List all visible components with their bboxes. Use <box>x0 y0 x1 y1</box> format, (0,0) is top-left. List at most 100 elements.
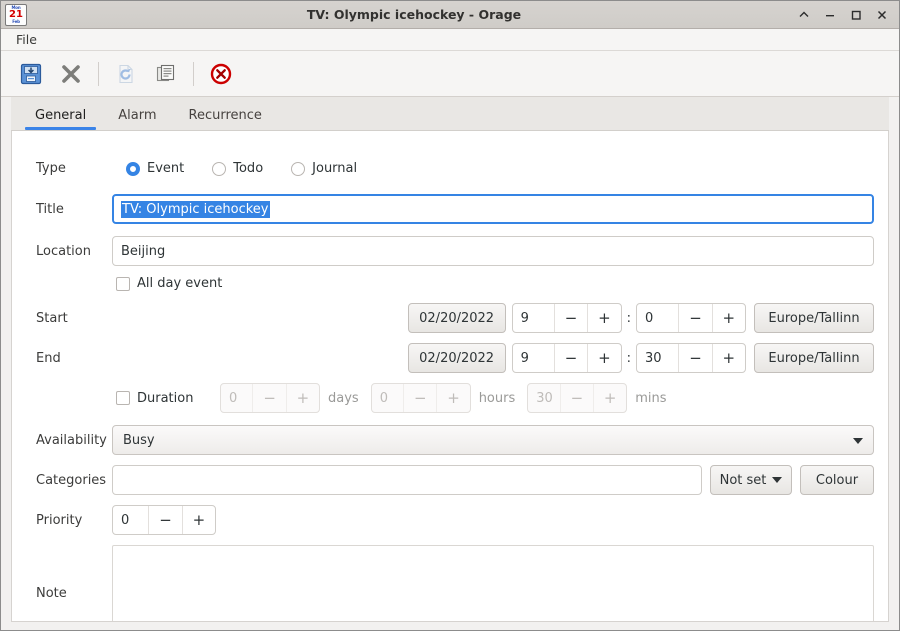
type-option-todo[interactable]: Todo <box>212 161 263 176</box>
duration-row: Duration 0 − + days 0 − + hours 30 − + m… <box>26 383 874 413</box>
duration-mins-spinner[interactable]: 30 − + <box>527 383 628 413</box>
availability-label: Availability <box>36 432 107 448</box>
end-minute-increment[interactable]: + <box>711 344 745 372</box>
type-option-event[interactable]: Event <box>126 161 184 176</box>
general-tab-page: Type Event Todo Journal Title TV: Olympi… <box>11 131 889 622</box>
duration-hours-decrement[interactable]: − <box>403 384 436 412</box>
end-minute-decrement[interactable]: − <box>678 344 711 372</box>
chevron-down-icon <box>853 433 863 448</box>
window-controls <box>797 8 893 22</box>
duration-mins-decrement[interactable]: − <box>559 384 593 412</box>
end-time-separator: : <box>626 350 631 366</box>
close-window-icon[interactable] <box>875 8 889 22</box>
revert-button[interactable] <box>106 55 146 93</box>
start-hour-increment[interactable]: + <box>587 304 620 332</box>
start-timezone-button[interactable]: Europe/Tallinn <box>754 303 874 333</box>
duplicate-button[interactable] <box>146 55 186 93</box>
end-minute-spinner[interactable]: 30 − + <box>636 343 746 373</box>
event-editor-window: Mon 21 Feb TV: Olympic icehockey - Orage… <box>0 0 900 631</box>
radio-todo-icon[interactable] <box>212 161 227 176</box>
shade-window-icon[interactable] <box>797 8 811 22</box>
priority-increment[interactable]: + <box>181 506 215 534</box>
title-input[interactable]: TV: Olympic icehockey <box>112 194 874 224</box>
availability-row: Availability Busy <box>26 425 874 455</box>
location-row: Location Beijing <box>26 236 874 266</box>
priority-decrement[interactable]: − <box>148 506 181 534</box>
maximize-window-icon[interactable] <box>849 8 863 22</box>
note-label: Note <box>36 585 67 601</box>
start-minute-increment[interactable]: + <box>711 304 745 332</box>
start-hour-spinner[interactable]: 9 − + <box>511 303 622 333</box>
close-button[interactable] <box>201 55 241 93</box>
start-minute-spinner[interactable]: 0 − + <box>636 303 746 333</box>
note-row: Note <box>26 545 874 621</box>
type-label: Type <box>36 161 66 176</box>
save-button[interactable] <box>11 55 51 93</box>
start-row: Start 02/20/2022 9 − + : 0 − + Europe/Ta… <box>26 303 874 333</box>
duration-checkbox[interactable]: Duration <box>116 391 208 406</box>
priority-spinner[interactable]: 0 − + <box>112 505 216 535</box>
start-minute-decrement[interactable]: − <box>678 304 711 332</box>
start-hour-decrement[interactable]: − <box>553 304 587 332</box>
calendar-icon-day: 21 <box>9 8 23 20</box>
checkbox-duration-icon[interactable] <box>116 391 130 405</box>
all-day-event-label: All day event <box>137 276 223 291</box>
radio-event-icon[interactable] <box>126 161 140 176</box>
categories-not-set-label: Not set <box>719 472 767 488</box>
window-title: TV: Olympic icehockey - Orage <box>306 7 522 22</box>
availability-value: Busy <box>123 432 155 448</box>
toolbar-separator <box>193 61 194 86</box>
checkbox-all-day-icon[interactable] <box>116 276 130 291</box>
minimize-window-icon[interactable] <box>823 8 837 22</box>
start-minute-value: 0 <box>645 310 654 326</box>
title-label: Title <box>36 201 64 217</box>
categories-label: Categories <box>36 472 107 488</box>
end-date-button[interactable]: 02/20/2022 <box>407 343 506 373</box>
end-minute-value: 30 <box>645 350 662 366</box>
menubar: File <box>1 29 899 51</box>
duration-days-increment[interactable]: + <box>285 384 319 412</box>
start-date-button[interactable]: 02/20/2022 <box>407 303 506 333</box>
tab-alarm[interactable]: Alarm <box>102 103 172 130</box>
duration-hours-value: 0 <box>379 390 388 406</box>
categories-not-set-dropdown[interactable]: Not set <box>710 465 792 495</box>
location-label: Location <box>36 243 91 259</box>
duration-days-spinner[interactable]: 0 − + <box>220 383 320 413</box>
end-timezone-button[interactable]: Europe/Tallinn <box>754 343 874 373</box>
tab-recurrence[interactable]: Recurrence <box>173 103 278 130</box>
toolbar <box>1 51 899 97</box>
end-hour-increment[interactable]: + <box>587 344 620 372</box>
tab-general[interactable]: General <box>19 103 102 130</box>
availability-dropdown[interactable]: Busy <box>112 425 874 455</box>
duration-days-decrement[interactable]: − <box>252 384 285 412</box>
duration-mins-increment[interactable]: + <box>592 384 626 412</box>
duration-label: Duration <box>137 390 194 406</box>
location-input-value: Beijing <box>121 243 166 259</box>
start-hour-value: 9 <box>520 310 529 326</box>
type-option-journal-label: Journal <box>312 161 358 176</box>
priority-label: Priority <box>36 512 83 528</box>
all-day-row: All day event <box>26 276 874 291</box>
location-input[interactable]: Beijing <box>112 236 874 266</box>
end-hour-decrement[interactable]: − <box>553 344 587 372</box>
categories-input[interactable] <box>112 465 702 495</box>
start-time-separator: : <box>626 310 631 326</box>
radio-journal-icon[interactable] <box>291 161 306 176</box>
type-radio-group: Event Todo Journal <box>126 161 357 176</box>
duration-hours-spinner[interactable]: 0 − + <box>370 383 471 413</box>
note-textarea[interactable] <box>112 545 874 621</box>
end-row: End 02/20/2022 9 − + : 30 − + Europe/Tal… <box>26 343 874 373</box>
type-row: Type Event Todo Journal <box>26 161 874 176</box>
end-hour-spinner[interactable]: 9 − + <box>511 343 622 373</box>
duration-hours-increment[interactable]: + <box>436 384 469 412</box>
categories-colour-button[interactable]: Colour <box>800 465 874 495</box>
menu-file[interactable]: File <box>9 30 44 49</box>
calendar-app-icon: Mon 21 Feb <box>5 3 27 26</box>
all-day-event-checkbox[interactable]: All day event <box>116 276 222 291</box>
categories-row: Categories Not set Colour <box>26 465 874 495</box>
delete-button[interactable] <box>51 55 91 93</box>
type-option-journal[interactable]: Journal <box>291 161 357 176</box>
titlebar: Mon 21 Feb TV: Olympic icehockey - Orage <box>1 1 899 29</box>
title-input-value: TV: Olympic icehockey <box>121 200 270 218</box>
end-hour-value: 9 <box>520 350 529 366</box>
